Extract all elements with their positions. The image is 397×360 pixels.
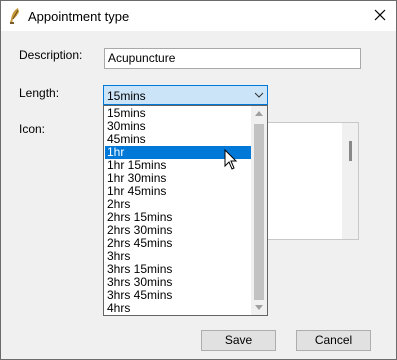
title-bar: Appointment type [1,1,396,31]
scroll-down-arrow-icon[interactable] [255,305,263,310]
length-combobox[interactable]: 15mins [103,85,268,105]
length-option[interactable]: 4hrs [105,302,251,315]
icon-list-scroll-thumb[interactable] [349,141,352,161]
length-option[interactable]: 2hrs [105,198,251,211]
length-option[interactable]: 2hrs 45mins [105,237,251,250]
length-option[interactable]: 30mins [105,120,251,133]
mouse-cursor-icon [224,149,238,170]
dropdown-scroll-thumb[interactable] [254,124,264,300]
appointment-type-dialog: Appointment type Description: Acupunctur… [0,0,397,360]
length-option[interactable]: 2hrs 15mins [105,211,251,224]
window-title: Appointment type [28,9,130,24]
length-option[interactable]: 15mins [105,107,251,120]
length-option[interactable]: 3hrs 30mins [105,276,251,289]
scroll-up-arrow-icon[interactable] [255,111,263,116]
length-option[interactable]: 3hrs [105,250,251,263]
cancel-button[interactable]: Cancel [296,330,371,351]
length-option[interactable]: 2hrs 30mins [105,224,251,237]
length-option[interactable]: 3hrs 45mins [105,289,251,302]
close-icon[interactable] [372,7,388,23]
length-option[interactable]: 1hr 45mins [105,185,251,198]
length-option[interactable]: 1hr 30mins [105,172,251,185]
dropdown-scrollbar[interactable] [251,106,267,315]
save-button[interactable]: Save [201,330,276,351]
description-label: Description: [19,48,83,62]
length-options: 15mins 30mins 45mins 1hr 1hr 15mins 1hr 30min… [105,107,251,315]
icon-label: Icon: [19,122,46,136]
length-dropdown-list[interactable]: 15mins 30mins 45mins 1hr 1hr 15mins 1hr 30min… [103,105,268,316]
length-option[interactable]: 45mins [105,133,251,146]
app-feather-icon [10,8,19,24]
length-selected-value: 15mins [107,89,146,103]
length-label: Length: [19,86,60,100]
length-option[interactable]: 3hrs 15mins [105,263,251,276]
chevron-down-icon[interactable] [254,92,264,98]
icon-list-scrollbar[interactable] [342,123,358,239]
description-field[interactable]: Acupuncture [104,48,361,69]
